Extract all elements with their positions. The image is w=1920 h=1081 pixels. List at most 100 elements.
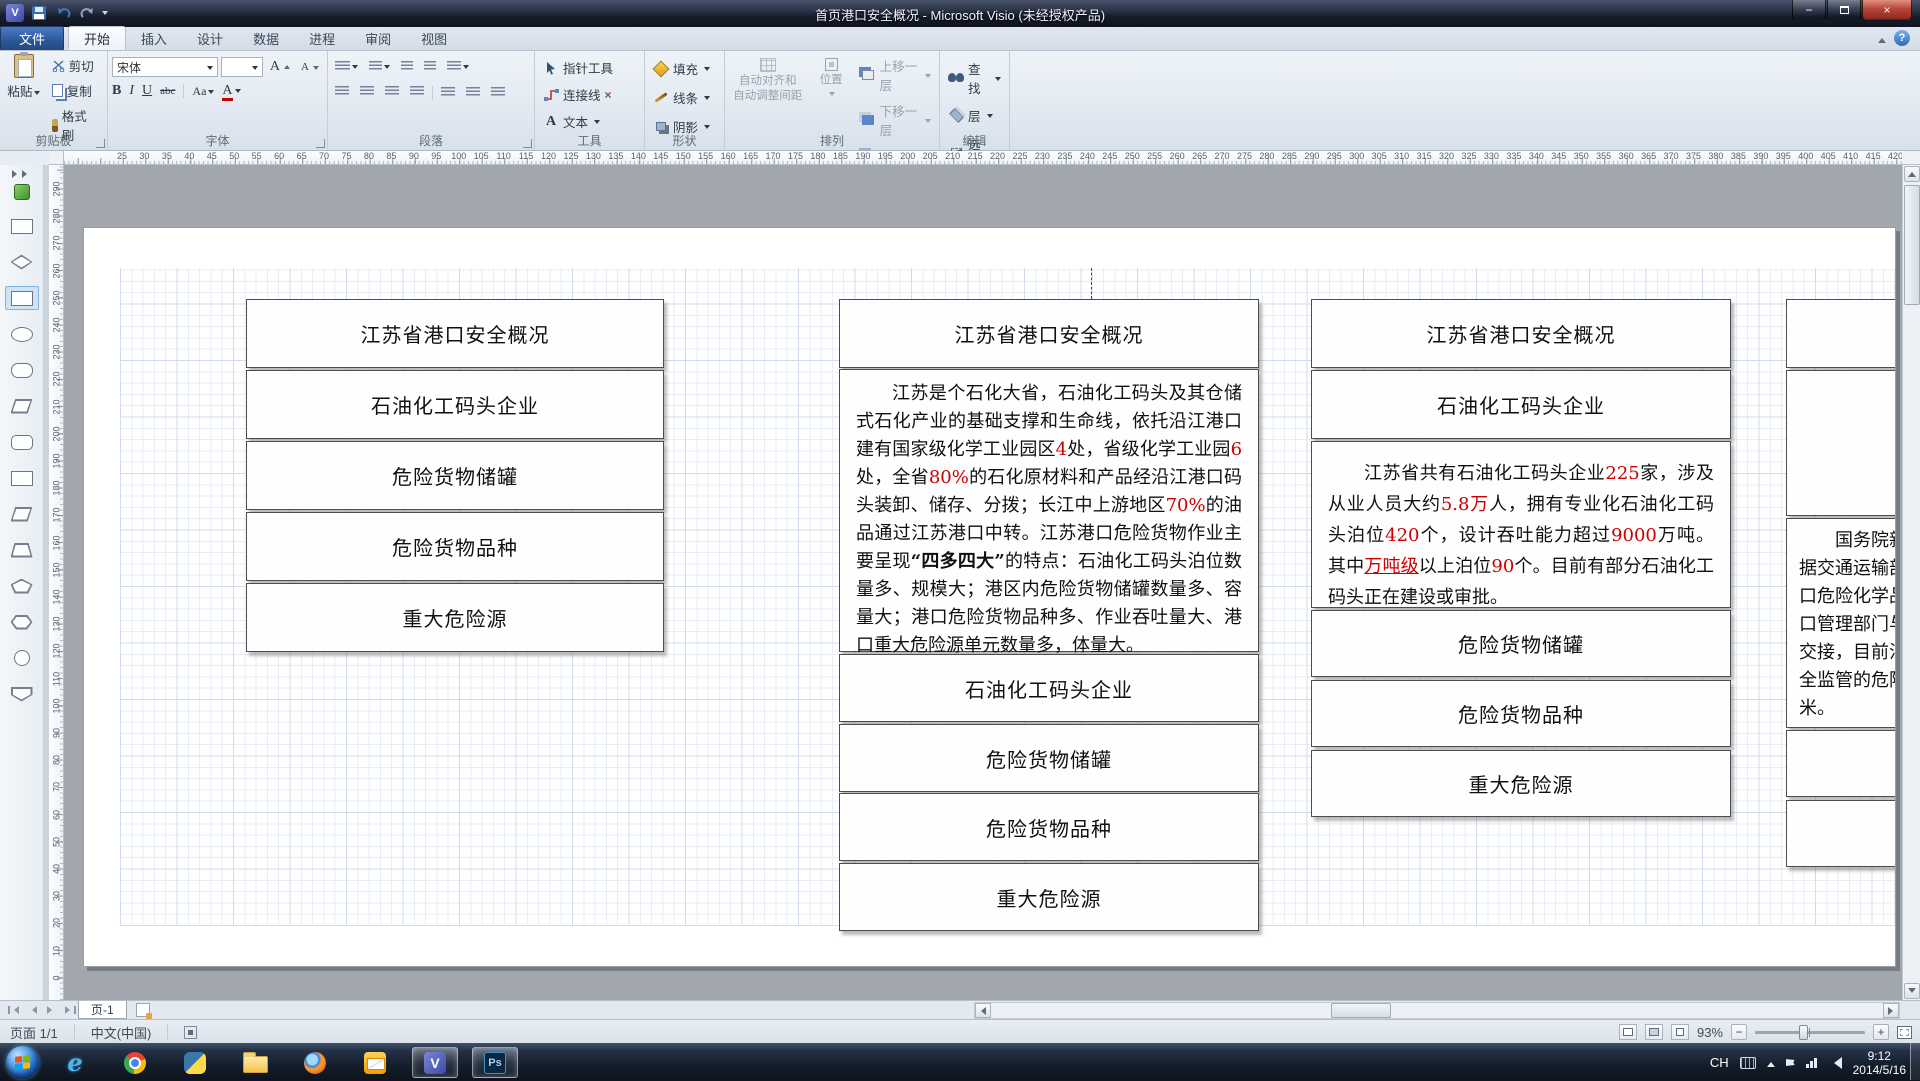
- tab-file[interactable]: 文件: [0, 26, 64, 50]
- align-bottom-button[interactable]: [488, 83, 508, 100]
- find-button[interactable]: 查找: [944, 57, 1005, 99]
- font-family-select[interactable]: 宋体: [112, 57, 218, 77]
- minimize-button[interactable]: −: [1792, 0, 1826, 20]
- shape-master-diamond[interactable]: [5, 250, 39, 274]
- scroll-down-button[interactable]: [1904, 983, 1920, 999]
- language-badge[interactable]: CH: [1710, 1055, 1729, 1070]
- align-left-button[interactable]: [332, 83, 352, 100]
- close-button[interactable]: ×: [1862, 0, 1912, 20]
- start-button[interactable]: [6, 1046, 39, 1079]
- change-case-button[interactable]: Aa: [192, 83, 214, 99]
- cut-button[interactable]: 剪切: [48, 54, 103, 77]
- slide-view-button[interactable]: [1671, 1024, 1689, 1040]
- bring-forward-button[interactable]: 上移一层: [856, 54, 935, 96]
- flowchart-box[interactable]: 石油化工码头企业: [246, 370, 664, 439]
- layers-button[interactable]: 层: [944, 104, 1005, 127]
- flowchart-box[interactable]: [1786, 800, 1896, 867]
- pointer-tool-button[interactable]: 指针工具: [539, 56, 640, 79]
- action-center-icon[interactable]: [1786, 1059, 1795, 1066]
- scroll-right-button[interactable]: [1883, 1003, 1899, 1018]
- vertical-ruler[interactable]: 2902802702602502402302202102001901801701…: [49, 165, 64, 1000]
- last-page-button[interactable]: [63, 1003, 78, 1017]
- shrink-font-button[interactable]: A: [297, 57, 323, 77]
- shape-master-rectangle[interactable]: [5, 214, 39, 238]
- taskbar-ie-button[interactable]: e: [52, 1047, 98, 1078]
- shape-master-parallelogram[interactable]: [5, 394, 39, 418]
- tab-design[interactable]: 设计: [182, 26, 238, 50]
- tab-home[interactable]: 开始: [68, 26, 126, 50]
- italic-button[interactable]: I: [129, 83, 134, 99]
- first-page-button[interactable]: [6, 1003, 21, 1017]
- tab-insert[interactable]: 插入: [126, 26, 182, 50]
- flowchart-box[interactable]: 危险货物品种: [839, 793, 1259, 861]
- more-shapes-icon[interactable]: [14, 184, 30, 200]
- zoom-slider[interactable]: [1755, 1031, 1865, 1034]
- flowchart-box[interactable]: 石油化工码头企业: [1311, 370, 1731, 439]
- flowchart-text-box[interactable]: 江苏是个石化大省，石油化工码头及其仓储式石化产业的基础支撑和生命线，依托沿江港口…: [839, 369, 1259, 652]
- taskbar-chrome-button[interactable]: [112, 1047, 158, 1078]
- underline-button[interactable]: U: [142, 83, 152, 99]
- taskbar-folder-button[interactable]: [232, 1047, 278, 1078]
- align-top-button[interactable]: [438, 83, 458, 100]
- flowchart-box[interactable]: 江苏省港口安全概况: [246, 299, 664, 368]
- taskbar-python-button[interactable]: [172, 1047, 218, 1078]
- increase-indent-button[interactable]: [421, 58, 439, 75]
- flowchart-box[interactable]: 重大危险源: [1311, 750, 1731, 817]
- shape-master-rectangle[interactable]: [5, 286, 39, 310]
- clipboard-dialog-launcher[interactable]: [96, 139, 105, 148]
- taskbar-outlook-button[interactable]: [352, 1047, 398, 1078]
- flowchart-box[interactable]: 危险货物储罐: [246, 441, 664, 510]
- flowchart-text-box[interactable]: 江苏省共有石油化工码头企业225家，涉及从业人员大约5.8万人，拥有专业化石油化…: [1311, 441, 1731, 608]
- flowchart-box[interactable]: [1786, 730, 1896, 797]
- vertical-scrollbar[interactable]: [1902, 165, 1920, 1000]
- copy-button[interactable]: 复制: [48, 79, 103, 102]
- network-icon[interactable]: [1806, 1058, 1817, 1068]
- flowchart-box[interactable]: 重大危险源: [246, 583, 664, 652]
- flowchart-box[interactable]: 重大危险源: [839, 863, 1259, 931]
- tab-data[interactable]: 数据: [238, 26, 294, 50]
- flowchart-box[interactable]: 危险货物储罐: [1311, 610, 1731, 677]
- flowchart-text-box[interactable]: 国务院新《据交通运输部和口危险化学品安口管理部门与安交接，目前江苏全监管的危险货…: [1786, 518, 1896, 728]
- insert-page-button[interactable]: [136, 1003, 150, 1017]
- flowchart-box[interactable]: 危险货物储罐: [839, 724, 1259, 792]
- shape-master-ellipse[interactable]: [5, 322, 39, 346]
- align-right-button[interactable]: [382, 83, 402, 100]
- font-size-select[interactable]: [221, 57, 263, 77]
- scroll-up-button[interactable]: [1904, 166, 1920, 182]
- shape-master-callout[interactable]: [5, 358, 39, 382]
- tab-review[interactable]: 审阅: [350, 26, 406, 50]
- shape-master-parallelogram[interactable]: [5, 502, 39, 526]
- strikethrough-button[interactable]: abc: [160, 85, 175, 97]
- zoom-level[interactable]: 93%: [1697, 1025, 1723, 1040]
- numbering-button[interactable]: [366, 58, 393, 75]
- vertical-scroll-thumb[interactable]: [1904, 185, 1920, 305]
- bold-button[interactable]: B: [112, 83, 121, 99]
- paragraph-dialog-launcher[interactable]: [523, 139, 532, 148]
- scroll-left-button[interactable]: [975, 1003, 991, 1018]
- shape-master-hexagon[interactable]: [5, 610, 39, 634]
- fill-button[interactable]: 填充: [649, 57, 720, 80]
- horizontal-ruler[interactable]: 2530354045505560657075808590951001051101…: [64, 151, 1902, 165]
- collapse-ribbon-icon[interactable]: [1878, 34, 1886, 43]
- page-tab[interactable]: 页-1: [78, 1001, 127, 1019]
- line-spacing-button[interactable]: [444, 58, 472, 75]
- shape-master-shield[interactable]: [5, 682, 39, 706]
- fit-page-to-window-button[interactable]: [1897, 1026, 1912, 1039]
- flowchart-box[interactable]: 石油化工码头企业: [839, 654, 1259, 722]
- align-center-button[interactable]: [357, 83, 377, 100]
- connector-tool-button[interactable]: 连接线 ×: [539, 83, 640, 106]
- shape-master-trapezoid[interactable]: [5, 538, 39, 562]
- justify-button[interactable]: [407, 83, 427, 100]
- taskbar-visio-button[interactable]: V: [412, 1047, 458, 1078]
- page-indicator[interactable]: 页面 1/1: [10, 1023, 58, 1042]
- macro-record-icon[interactable]: [184, 1026, 197, 1039]
- clock[interactable]: 9:12 2014/5/16: [1853, 1049, 1906, 1077]
- font-color-button[interactable]: A: [222, 82, 240, 99]
- flowchart-box[interactable]: 江苏省港口安全概况: [1311, 299, 1731, 368]
- maximize-button[interactable]: [1827, 0, 1861, 20]
- align-middle-button[interactable]: [463, 83, 483, 100]
- next-page-button[interactable]: [44, 1003, 59, 1017]
- drawing-canvas[interactable]: 江苏省港口安全概况 石油化工码头企业 危险货物储罐 危险货物品种 重大危险源 江…: [64, 165, 1902, 1000]
- show-desktop-button[interactable]: [1910, 1043, 1920, 1080]
- shape-master-rectangle[interactable]: [5, 466, 39, 490]
